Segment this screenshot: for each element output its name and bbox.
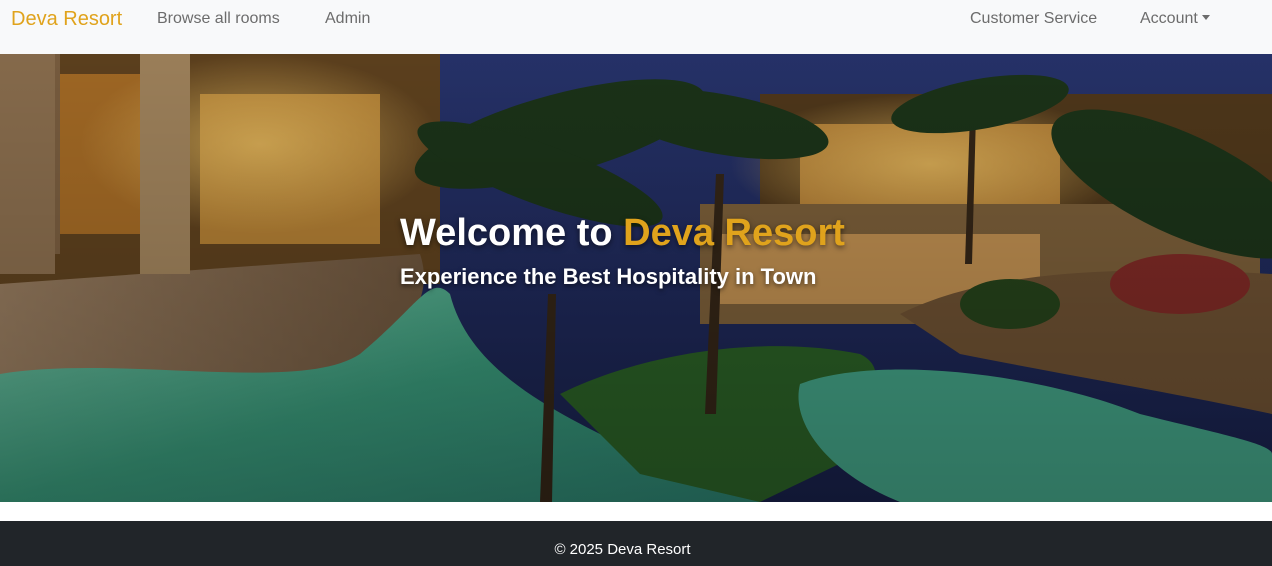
page-footer: © 2025 Deva Resort <box>0 521 1272 566</box>
nav-browse-rooms[interactable]: Browse all rooms <box>157 8 280 30</box>
hero-title-brand: Deva Resort <box>623 212 845 254</box>
caret-down-icon <box>1201 15 1210 20</box>
hero-banner: Welcome to Deva Resort Experience the Be… <box>0 54 1272 502</box>
hero-subtitle: Experience the Best Hospitality in Town <box>400 264 817 289</box>
brand-link[interactable]: Deva Resort <box>11 6 122 32</box>
nav-customer-service[interactable]: Customer Service <box>970 8 1097 30</box>
account-dropdown-toggle[interactable]: Account <box>1140 8 1210 30</box>
nav-admin[interactable]: Admin <box>325 8 370 30</box>
hero-title: Welcome to Deva Resort <box>400 210 845 256</box>
hero-title-prefix: Welcome to <box>400 212 624 254</box>
account-label: Account <box>1140 10 1198 27</box>
top-navbar: Deva Resort Browse all rooms Admin Custo… <box>0 0 1272 54</box>
footer-copyright: © 2025 Deva Resort <box>554 541 691 558</box>
